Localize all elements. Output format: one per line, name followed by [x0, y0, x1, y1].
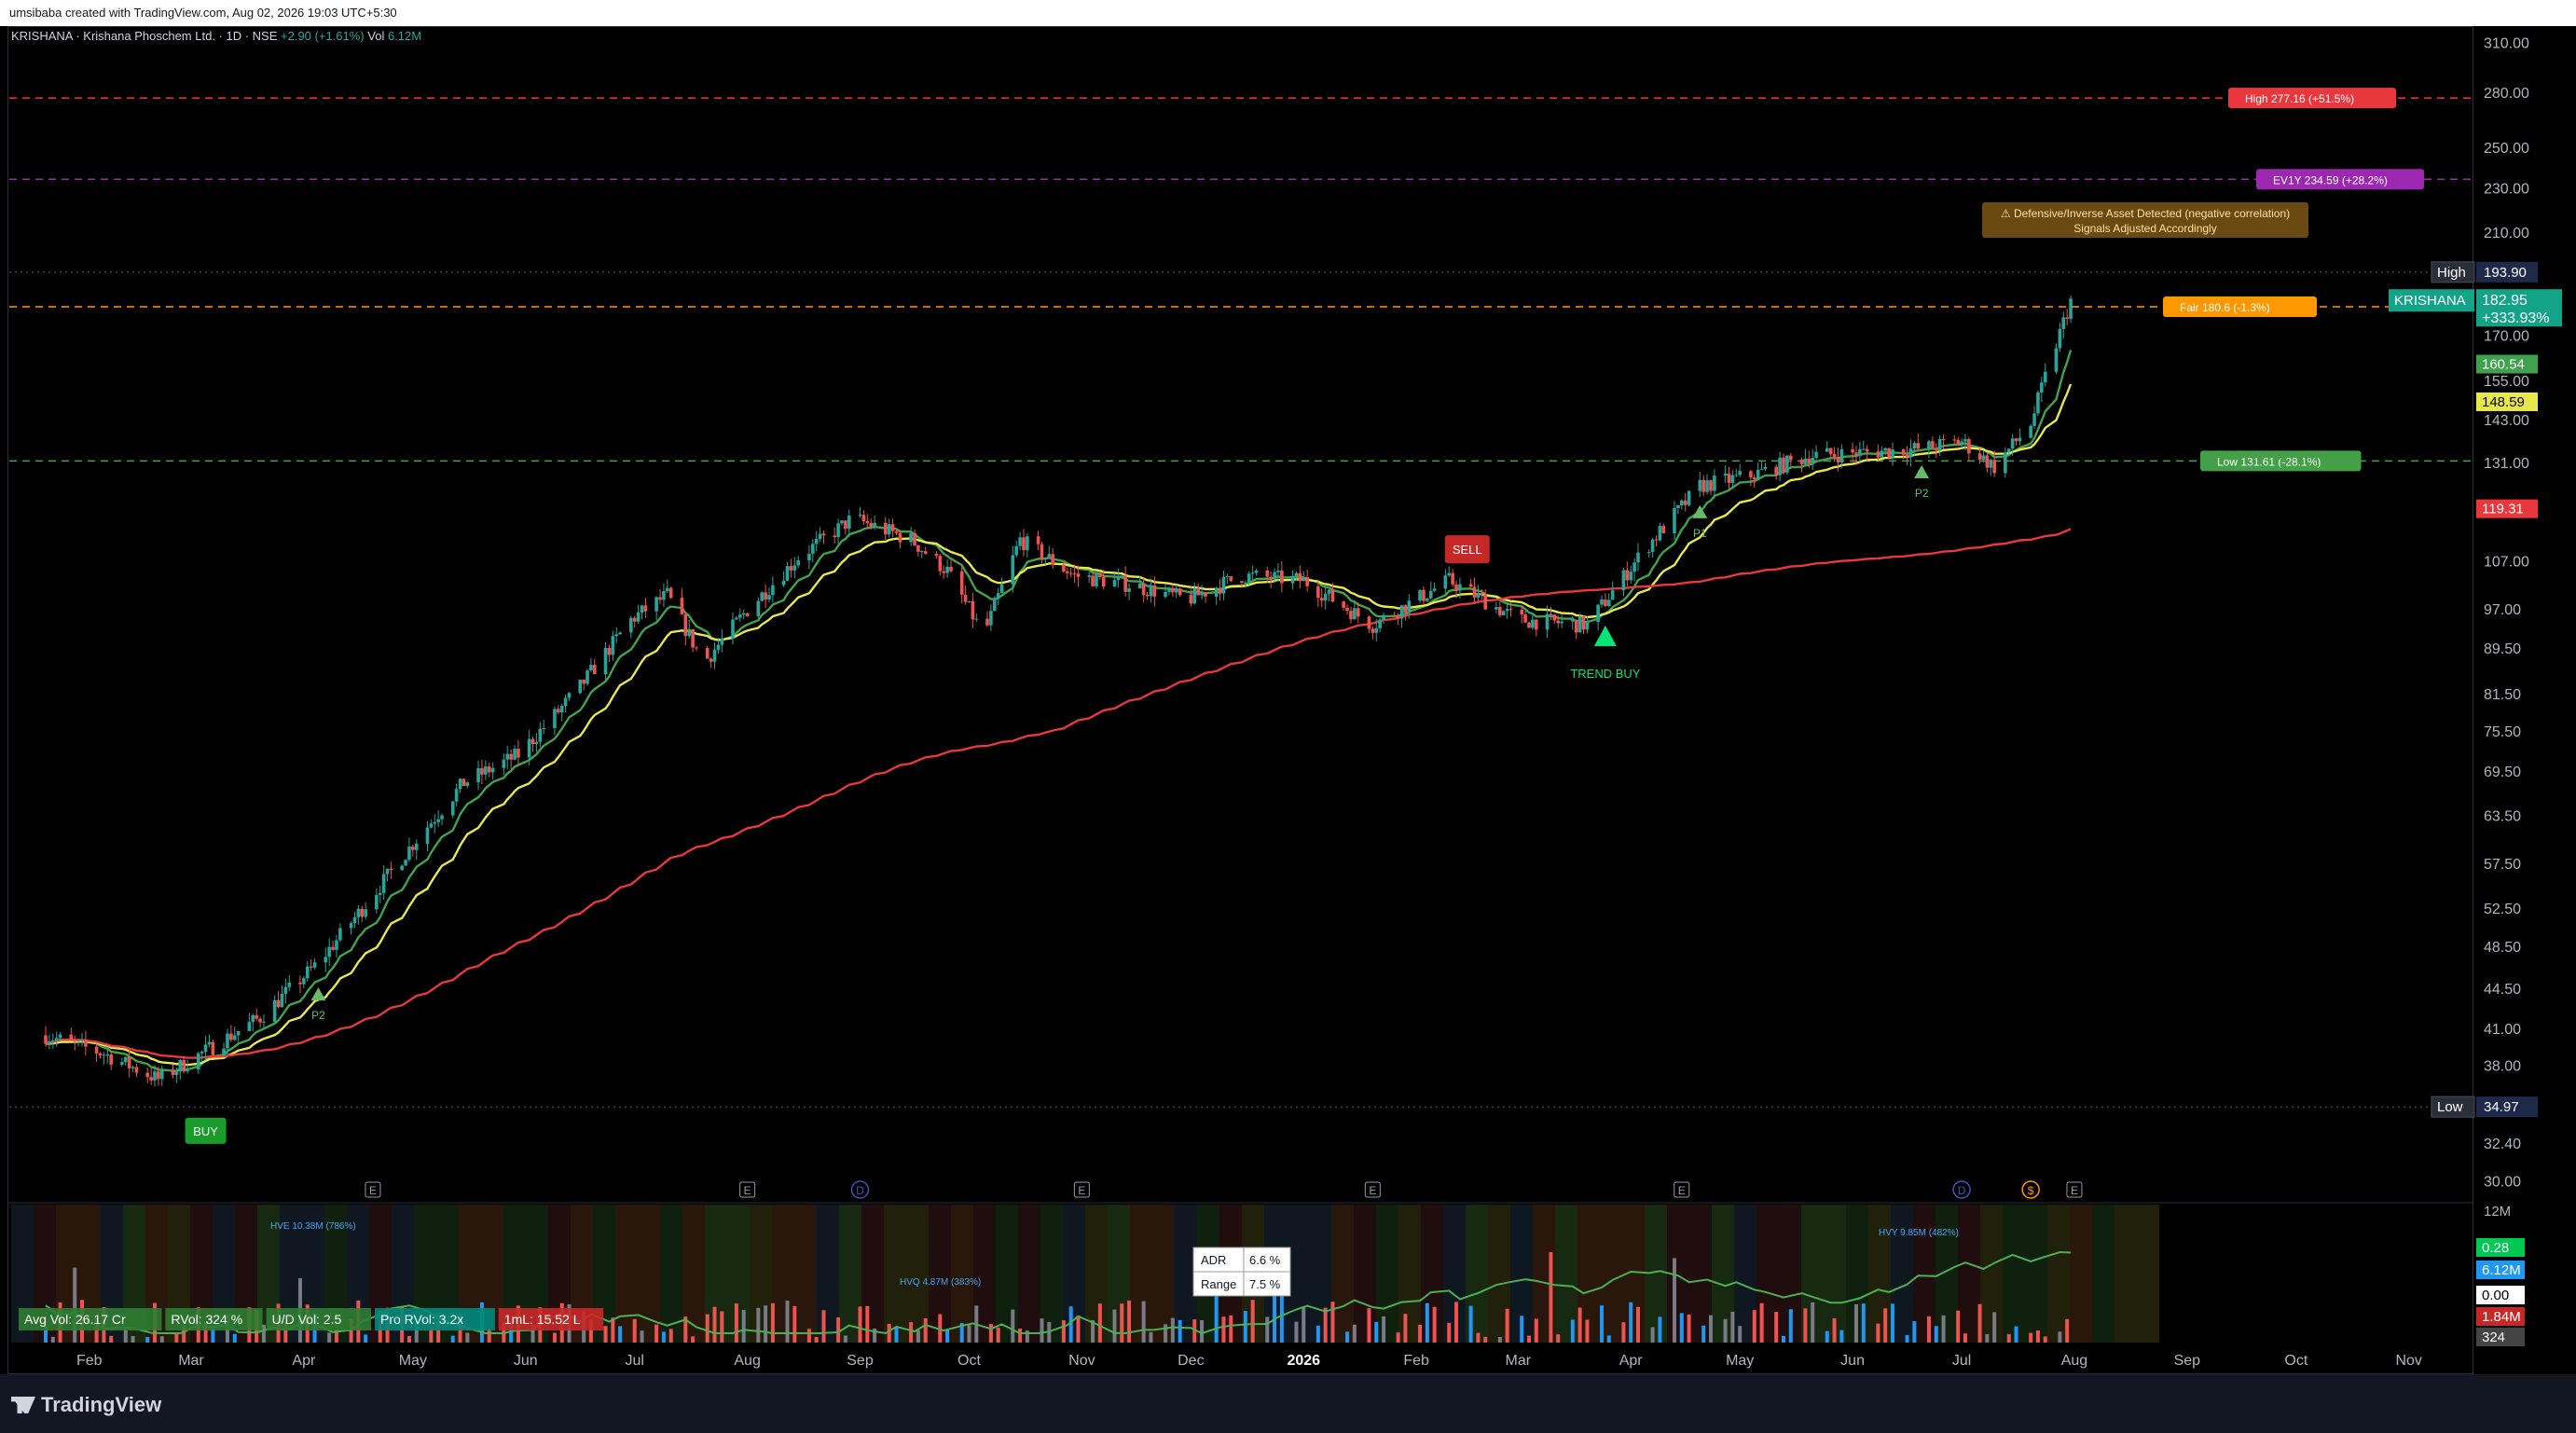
y-tick-label: 210.00 [2484, 226, 2529, 241]
panel-axis-label: 0.28 [2482, 1240, 2509, 1256]
y-tick-label: 69.50 [2484, 765, 2521, 780]
y-tick-label: 30.00 [2484, 1174, 2521, 1190]
y-tick-label: 230.00 [2484, 182, 2529, 198]
y-tick-label: 155.00 [2484, 374, 2529, 390]
price-change: +2.90 (+1.61%) [281, 29, 365, 43]
brand-text: TradingView [41, 1393, 162, 1416]
y-tick-label: 107.00 [2484, 555, 2529, 571]
chart-frame [7, 26, 2473, 1374]
panel-axis-label: 6.12M [2482, 1262, 2521, 1278]
ma-price-badge [2476, 354, 2538, 374]
y-tick-label: 38.00 [2484, 1059, 2521, 1075]
y-tick-label: 280.00 [2484, 86, 2529, 102]
y-tick-label: 63.50 [2484, 808, 2521, 824]
panel-axis-label: 12M [2484, 1204, 2511, 1219]
symbol-info: KRISHANA · Krishana Phoschem Ltd. · 1D ·… [11, 29, 421, 43]
y-tick-label: 41.00 [2484, 1022, 2521, 1038]
panel-axis-badge [2476, 1238, 2525, 1257]
y-tick-label: 143.00 [2484, 413, 2529, 429]
panel-axis-label: 1.84M [2482, 1309, 2521, 1325]
y-tick-label: 81.50 [2484, 687, 2521, 703]
y-tick-label: 32.40 [2484, 1137, 2521, 1152]
credit-text: umsibaba created with TradingView.com, A… [9, 6, 397, 20]
symbol-line: KRISHANA · Krishana Phoschem Ltd. · 1D ·… [11, 29, 278, 43]
y-tick-label: 131.00 [2484, 456, 2529, 472]
y-tick-label: 250.00 [2484, 141, 2529, 157]
y-tick-label: 97.00 [2484, 602, 2521, 618]
panel-axis-badge [2476, 1286, 2525, 1304]
ma-price-label: 160.54 [2482, 357, 2525, 373]
ma-price-badge [2476, 499, 2538, 518]
tradingview-icon [11, 1397, 35, 1413]
ma-price-label: 119.31 [2482, 502, 2524, 517]
axis-badge-value-label: 193.90 [2484, 265, 2527, 281]
y-tick-label: 52.50 [2484, 902, 2521, 917]
footer-bar [0, 1374, 2576, 1433]
change-percent-label: +333.93% [2482, 310, 2550, 326]
ma-price-label: 148.59 [2482, 394, 2525, 410]
y-tick-label: 170.00 [2484, 329, 2529, 345]
panel-axis-badge [2476, 1328, 2525, 1346]
last-price-label: 182.95 [2482, 293, 2528, 309]
tradingview-logo[interactable]: TradingView [11, 1393, 161, 1417]
volume-label: Vol [367, 29, 385, 43]
y-tick-label: 44.50 [2484, 982, 2521, 998]
axis-badge-value [2476, 1096, 2538, 1118]
y-tick-label: 48.50 [2484, 940, 2521, 956]
panel-axis-label: 0.00 [2482, 1288, 2509, 1303]
y-tick-label: 57.50 [2484, 857, 2521, 873]
y-tick-label: 75.50 [2484, 724, 2521, 740]
panel-axis-label: 324 [2482, 1330, 2505, 1345]
axis-badge-value-label: 34.97 [2484, 1099, 2519, 1115]
ma-price-badge [2476, 392, 2538, 411]
volume-value: 6.12M [387, 29, 422, 43]
credit-bar: umsibaba created with TradingView.com, A… [0, 0, 2576, 26]
panel-axis-badge [2476, 1261, 2525, 1279]
y-tick-label: 310.00 [2484, 36, 2529, 52]
axis-badge-value [2476, 261, 2538, 282]
last-price-badge [2476, 289, 2562, 327]
panel-axis-badge [2476, 1307, 2525, 1326]
y-tick-label: 89.50 [2484, 641, 2521, 657]
